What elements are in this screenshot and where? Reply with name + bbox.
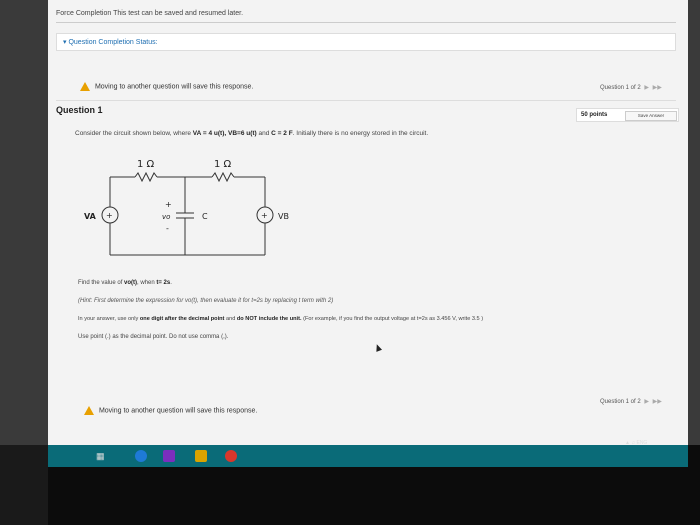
divider [56, 22, 676, 23]
r2-label: 1 Ω [214, 159, 232, 170]
prompt-prefix: Consider the circuit shown below, where [75, 130, 193, 137]
language-indicator[interactable]: ENG [636, 440, 647, 446]
next-question-icon-bottom[interactable]: ▶ [644, 398, 649, 405]
last-question-icon[interactable]: ▶▶ [653, 84, 662, 91]
points-box: 50 points Save Answer [576, 108, 679, 122]
bottom-question-nav: Question 1 of 2 ▶ ▶▶ [600, 398, 662, 405]
warning-icon-bottom [84, 406, 94, 415]
point-note-line: Use point (.) as the decimal point. Do n… [78, 334, 229, 340]
hint-line: (Hint: First determine the expression fo… [78, 298, 333, 304]
bottom-save-warning-text: Moving to another question will save thi… [98, 407, 258, 415]
volume-icon[interactable]: ♫ [631, 440, 635, 446]
prompt-suffix: . Initially there is no energy stored in… [292, 130, 429, 137]
r1-label: 1 Ω [137, 159, 155, 170]
points-label: 50 points [581, 112, 608, 118]
resistor-r1 [134, 171, 158, 183]
find-suffix: . [170, 280, 172, 286]
next-question-icon[interactable]: ▶ [644, 84, 649, 91]
vb-plus: + [261, 211, 268, 220]
chrome-icon[interactable] [225, 450, 237, 462]
circuit-diagram: 1 Ω 1 Ω VA VB vo C + - + + [84, 159, 289, 256]
answer-bold-digit: one digit after the decimal point [139, 316, 225, 322]
vb-label: VB [278, 212, 289, 221]
question-position-text-bottom: Question 1 of 2 [600, 399, 641, 405]
vo-plus: + [165, 200, 172, 209]
find-mid: , when [137, 280, 157, 286]
top-question-nav: Question 1 of 2 ▶ ▶▶ [600, 84, 662, 91]
question-divider [56, 100, 676, 101]
resistor-r2 [211, 171, 235, 183]
warning-icon [80, 82, 90, 91]
right-dark-margin [688, 0, 700, 445]
find-prefix: Find the value of [78, 280, 125, 286]
find-vo: vo(t) [124, 280, 138, 286]
file-explorer-icon[interactable] [195, 450, 207, 462]
save-answer-button[interactable]: Save Answer [625, 111, 677, 121]
prompt-c: C = 2 F [271, 130, 293, 137]
question-completion-status[interactable]: ▾ Question Completion Status: [56, 33, 676, 51]
top-save-warning-text: Moving to another question will save thi… [94, 83, 254, 91]
left-dark-margin [0, 0, 48, 445]
bottom-save-warning: Moving to another question will save thi… [84, 406, 257, 415]
task-view-icon[interactable]: ▦ [96, 450, 108, 462]
va-label: VA [84, 212, 97, 221]
vo-label: vo [162, 213, 170, 221]
answer-suffix: (For example, if you find the output vol… [301, 316, 484, 322]
onenote-icon[interactable] [163, 450, 175, 462]
edge-icon[interactable] [135, 450, 147, 462]
c-label: C [202, 212, 208, 221]
force-completion-note: Force Completion This test can be saved … [56, 10, 244, 17]
question-completion-status-label[interactable]: ▾ Question Completion Status: [63, 38, 158, 46]
system-tray[interactable]: ▲ ♫ ENG [625, 440, 647, 446]
last-question-icon-bottom[interactable]: ▶▶ [653, 398, 662, 405]
question-title: Question 1 [56, 105, 103, 115]
network-icon[interactable]: ▲ [625, 440, 630, 446]
top-save-warning: Moving to another question will save thi… [80, 82, 253, 91]
answer-bold-unit: do NOT include the unit. [236, 316, 302, 322]
question-prompt: Consider the circuit shown below, where … [75, 130, 428, 137]
hint-text: (Hint: First determine the expression fo… [78, 298, 334, 304]
va-plus: + [106, 211, 113, 220]
answer-format-line: In your answer, use only one digit after… [78, 316, 483, 322]
answer-prefix: In your answer, use only [78, 316, 140, 322]
question-position-text: Question 1 of 2 [600, 85, 641, 91]
find-instruction: Find the value of vo(t), when t= 2s. [78, 280, 172, 286]
prompt-va: VA = 4 u(t), VB=6 u(t) [192, 130, 257, 137]
answer-mid: and [224, 316, 237, 322]
vo-minus: - [166, 224, 169, 233]
prompt-mid: and [256, 130, 272, 137]
find-t: t= 2s [156, 280, 171, 286]
